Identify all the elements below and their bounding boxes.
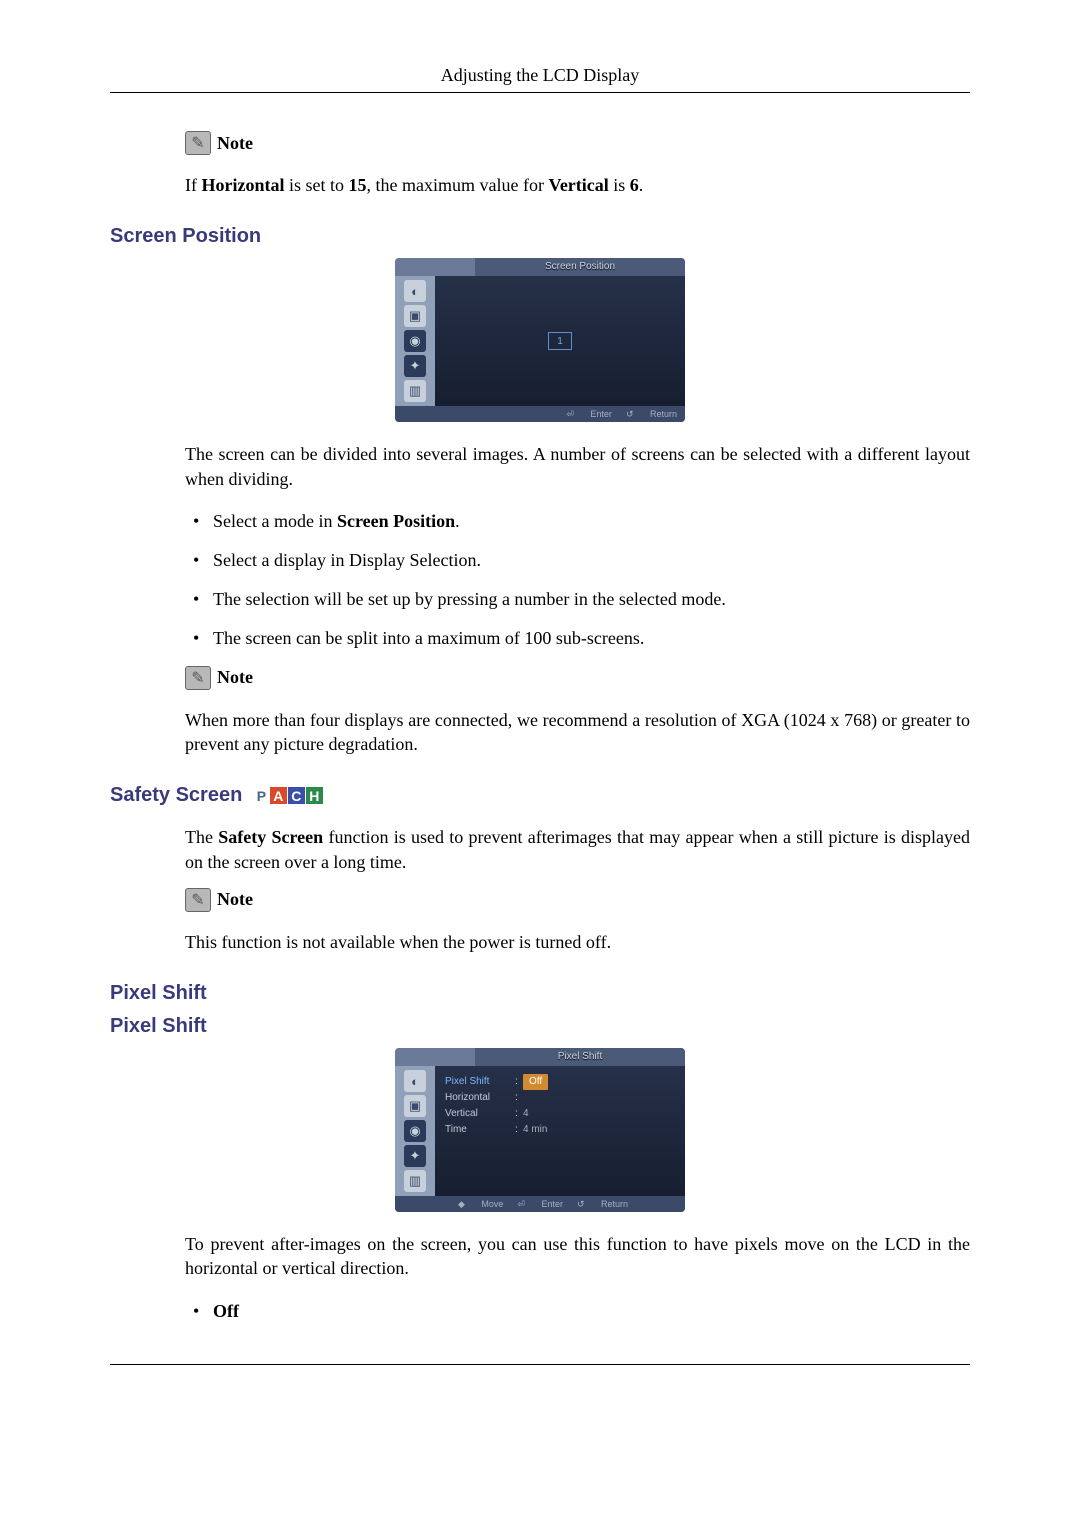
osd-sidebar-icon: ◐ [404,280,426,302]
badge-p: P [254,787,269,804]
badge-c: C [288,787,305,804]
note-label: Note [217,889,253,910]
paragraph: The screen can be divided into several i… [185,442,970,491]
label: Move [481,1199,503,1209]
label: Enter [590,409,612,419]
osd-sidebar-icon: ▥ [404,1170,426,1192]
osd-footer-return: ↺ Return [577,1199,628,1210]
text: , the maximum value for [367,175,549,195]
osd-row-horizontal: Horizontal : [445,1090,675,1106]
osd-selected-value: 1 [548,332,572,350]
osd-footer-return: ↺ Return [626,409,677,420]
osd-screen-position: Screen Position ◐ ▣ ◉ ✦ ▥ 1 ⏎ Enter ↺ Re… [395,258,685,422]
note-icon: ✎ [185,131,211,155]
list-item: Select a display in Display Selection. [185,548,970,573]
text: Select a mode in [213,511,337,531]
osd-title: Screen Position [475,258,685,276]
osd-footer-move: ◆ Move [458,1199,503,1210]
note-block: ✎ Note [185,131,970,155]
value: 4 min [523,1122,547,1138]
section-title-pixel-shift-2: Pixel Shift [110,1015,970,1038]
note-label: Note [217,133,253,154]
title-text: Safety Screen [110,784,242,806]
text-bold: Vertical [548,175,608,195]
label: Horizontal [445,1090,515,1106]
text: If [185,175,202,195]
page-header: Adjusting the LCD Display [110,65,970,93]
note-text: When more than four displays are connect… [185,708,970,757]
osd-sidebar-icon: ◐ [404,1070,426,1092]
osd-sidebar-icon: ◉ [404,330,426,352]
note-icon: ✎ [185,666,211,690]
bullet-list: Off [185,1299,970,1324]
note-block: ✎ Note [185,888,970,912]
note-block: ✎ Note [185,666,970,690]
label: Pixel Shift [445,1074,515,1090]
label: Enter [541,1199,563,1209]
list-item: Select a mode in Screen Position. [185,509,970,534]
note-text: If Horizontal is set to 15, the maximum … [185,173,970,197]
badge-a: A [270,787,287,804]
osd-footer-enter: ⏎ Enter [566,409,612,420]
list-item: Off [185,1299,970,1324]
text-bold: Safety Screen [218,827,323,847]
osd-footer: ◆ Move ⏎ Enter ↺ Return [395,1196,685,1212]
osd-footer: ⏎ Enter ↺ Return [395,406,685,422]
text: is set to [285,175,349,195]
paragraph: The Safety Screen function is used to pr… [185,825,970,874]
osd-sidebar: ◐ ▣ ◉ ✦ ▥ [395,276,435,406]
osd-sidebar: ◐ ▣ ◉ ✦ ▥ [395,1066,435,1196]
value: Off [523,1074,548,1090]
section-title-safety-screen: Safety Screen P A C H [110,784,970,807]
list-item: The selection will be set up by pressing… [185,587,970,612]
osd-row-time: Time : 4 min [445,1122,675,1138]
section-title-screen-position: Screen Position [110,225,970,248]
text-bold: Off [213,1301,239,1321]
label: Return [601,1199,628,1209]
text: The [185,827,218,847]
note-text: This function is not available when the … [185,930,970,954]
osd-sidebar-icon: ▣ [404,1095,426,1117]
note-label: Note [217,667,253,688]
value: 4 [523,1106,529,1122]
badge-h: H [306,787,323,804]
list-item: The screen can be split into a maximum o… [185,626,970,651]
text-bold: 15 [349,175,367,195]
bullet-list: Select a mode in Screen Position. Select… [185,509,970,652]
label: Vertical [445,1106,515,1122]
osd-sidebar-icon: ◉ [404,1120,426,1142]
osd-sidebar-icon: ✦ [404,355,426,377]
osd-pixel-shift: Pixel Shift ◐ ▣ ◉ ✦ ▥ Pixel Shift : Off … [395,1048,685,1212]
text: is [609,175,630,195]
label: Time [445,1122,515,1138]
osd-sidebar-icon: ▥ [404,380,426,402]
text-bold: Screen Position [337,511,455,531]
osd-row-pixel-shift: Pixel Shift : Off [445,1074,675,1090]
osd-row-vertical: Vertical : 4 [445,1106,675,1122]
paragraph: To prevent after-images on the screen, y… [185,1232,970,1281]
label: Return [650,409,677,419]
badges: P A C H [254,787,324,804]
osd-sidebar-icon: ✦ [404,1145,426,1167]
footer-rule [110,1364,970,1365]
note-icon: ✎ [185,888,211,912]
osd-footer-enter: ⏎ Enter [517,1199,563,1210]
text: . [455,511,460,531]
osd-title: Pixel Shift [475,1048,685,1066]
osd-sidebar-icon: ▣ [404,305,426,327]
section-title-pixel-shift-1: Pixel Shift [110,982,970,1005]
text-bold: 6 [630,175,639,195]
text-bold: Horizontal [202,175,285,195]
text: . [639,175,644,195]
